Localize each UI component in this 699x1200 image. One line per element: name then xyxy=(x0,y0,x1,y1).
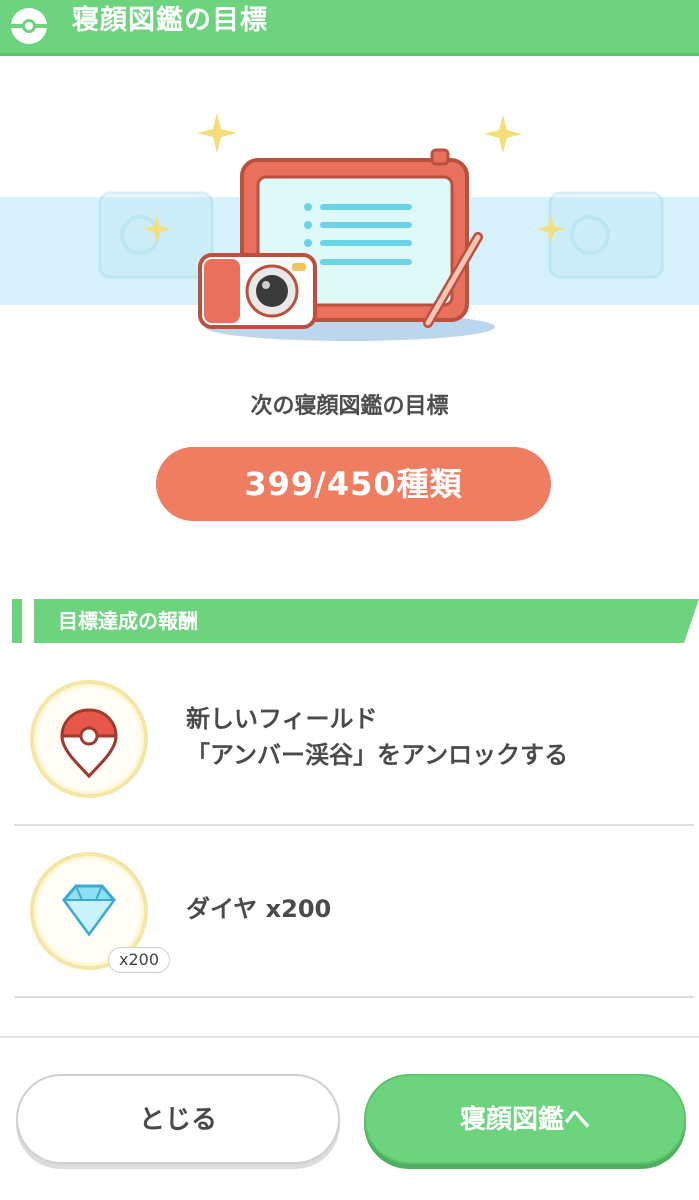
goal-progress-pill: 399/450種類 xyxy=(156,447,551,521)
reward-row-field: 新しいフィールド 「アンバー渓谷」をアンロックする xyxy=(14,662,694,826)
reward-diamond-text: ダイヤ x200 xyxy=(186,895,332,923)
reward-row-diamond: x200 ダイヤ x200 xyxy=(14,826,694,998)
reward-field-line2: 「アンバー渓谷」をアンロックする xyxy=(186,741,569,769)
go-to-sleep-dex-button[interactable]: 寝顔図鑑へ xyxy=(364,1074,686,1164)
reward-field-line1: 新しいフィールド xyxy=(186,705,378,733)
header-bar: 寝顔図鑑の目標 xyxy=(0,0,699,56)
goal-caption: 次の寝顔図鑑の目標 xyxy=(250,394,449,419)
footer-divider xyxy=(0,1036,699,1038)
reward-icon-frame: x200 xyxy=(30,852,170,973)
page-title: 寝顔図鑑の目標 xyxy=(72,5,268,36)
rewards-section-title: 目標達成の報酬 xyxy=(58,609,198,633)
notebook-camera-illustration xyxy=(98,113,664,341)
reward-icon-frame xyxy=(30,680,148,798)
pokeball-icon xyxy=(11,8,47,44)
close-button[interactable]: とじる xyxy=(16,1074,340,1164)
map-pin-icon xyxy=(60,708,118,779)
reward-count-badge: x200 xyxy=(108,947,170,973)
